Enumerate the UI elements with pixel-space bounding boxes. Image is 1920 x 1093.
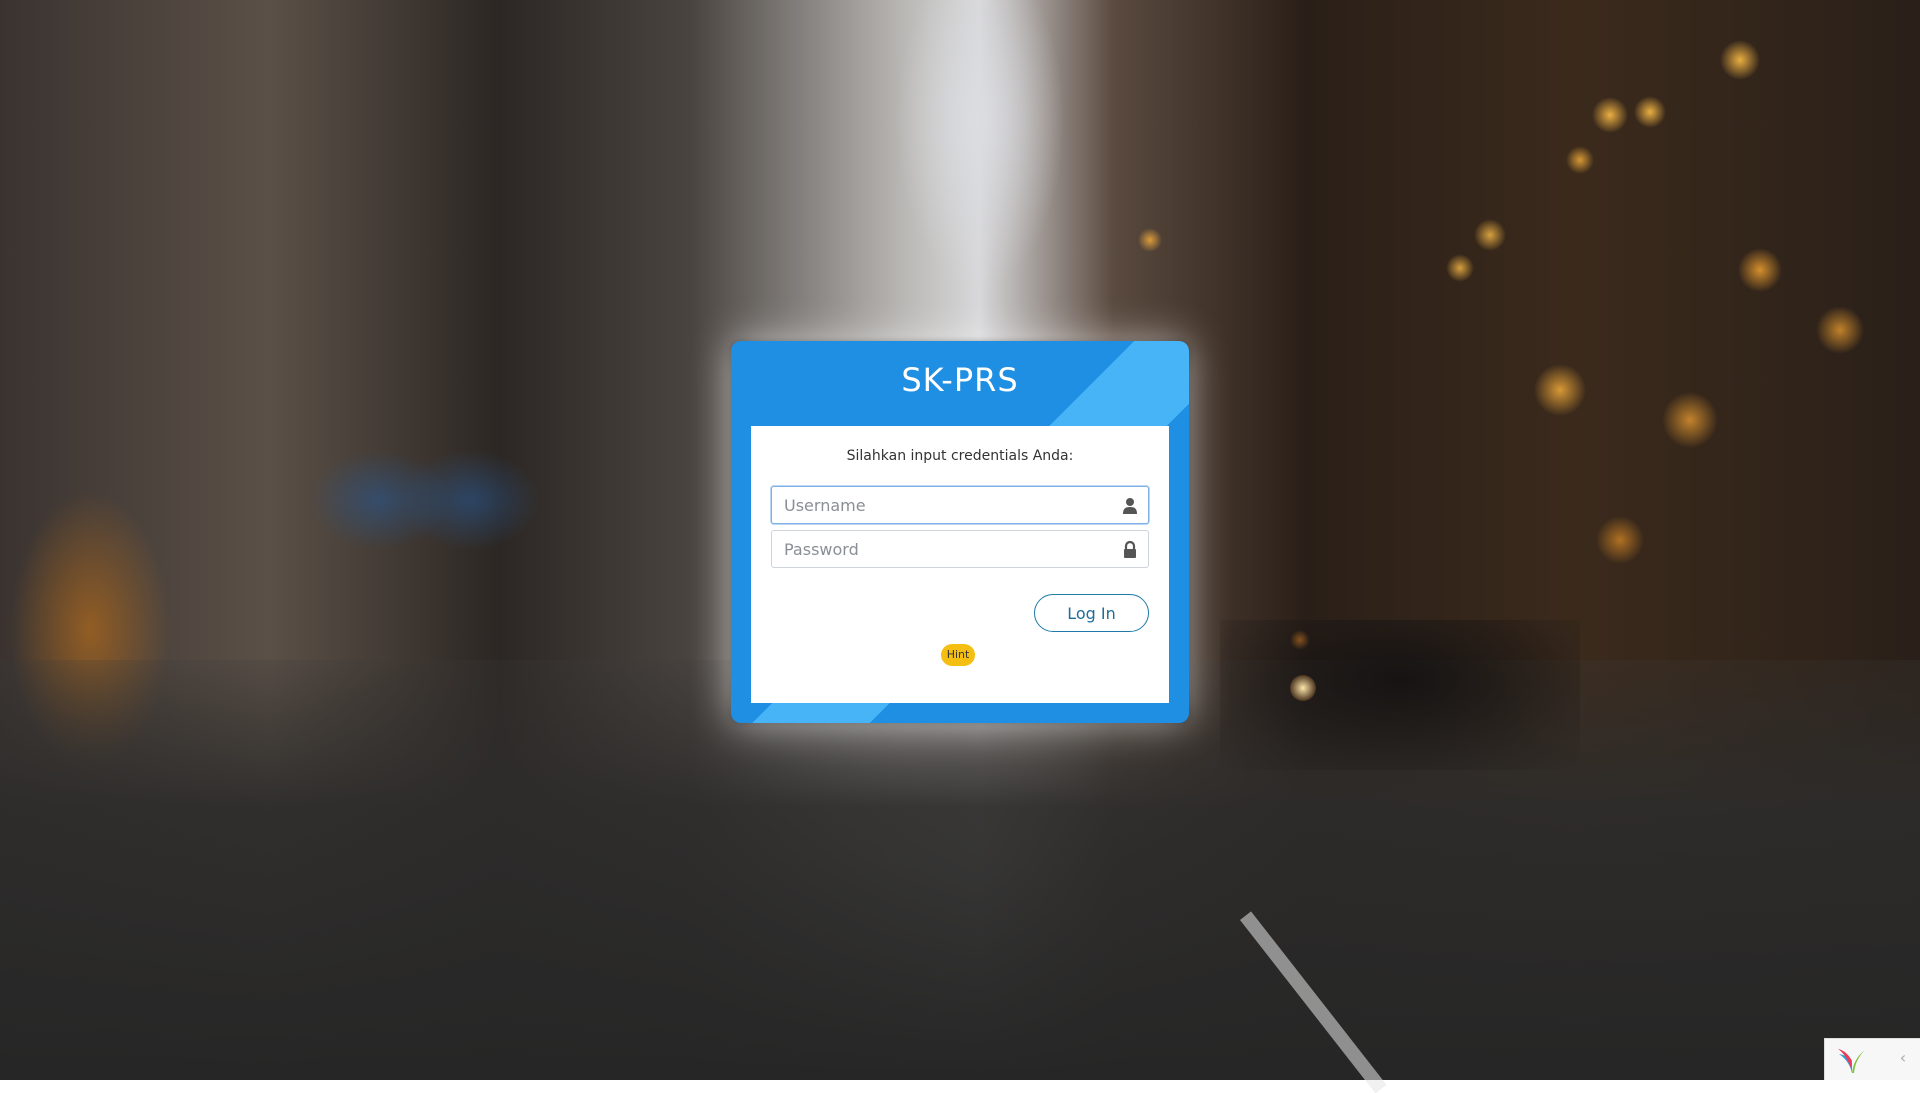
login-card: SK-PRS Silahkan input credentials Anda: … — [731, 341, 1189, 723]
username-field[interactable] — [771, 486, 1149, 524]
user-icon — [1122, 497, 1138, 515]
hint-badge[interactable]: Hint — [941, 644, 975, 666]
background-road — [0, 660, 1920, 1080]
app-title: SK-PRS — [901, 361, 1019, 399]
username-input[interactable] — [772, 487, 1126, 523]
lock-icon — [1122, 540, 1138, 559]
login-button[interactable]: Log In — [1034, 594, 1149, 632]
toolbar-toggle-chevron-icon[interactable]: ‹ — [1895, 1049, 1911, 1067]
background-headlight — [1290, 675, 1316, 701]
framework-logo-icon[interactable] — [1837, 1046, 1867, 1074]
password-input[interactable] — [772, 531, 1126, 567]
login-prompt: Silahkan input credentials Anda: — [846, 448, 1074, 464]
password-field[interactable] — [771, 530, 1149, 568]
background-car — [1220, 620, 1580, 770]
login-form: Silahkan input credentials Anda: Log In … — [751, 426, 1169, 703]
debug-toolbar: ‹ — [1824, 1038, 1920, 1080]
